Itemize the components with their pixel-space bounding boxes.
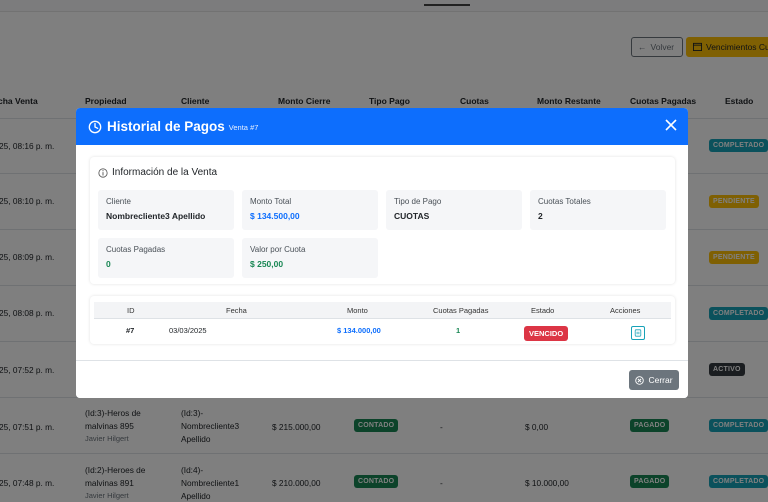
- payments-table-header: ID Fecha Monto Cuotas Pagadas Estado Acc…: [94, 302, 671, 319]
- modal-body: Información de la Venta Cliente Nombrecl…: [76, 145, 688, 360]
- modal-header: Historial de Pagos Venta #7: [76, 108, 688, 145]
- close-icon[interactable]: [664, 118, 678, 132]
- historial-pagos-modal: Historial de Pagos Venta #7 Información …: [76, 108, 688, 398]
- valor-cuota-tile: Valor por Cuota $ 250,00: [242, 238, 378, 278]
- close-circle-icon: [635, 375, 645, 385]
- receipt-icon: [634, 329, 642, 337]
- cerrar-button[interactable]: Cerrar: [629, 370, 679, 390]
- info-section-title: Información de la Venta: [98, 167, 217, 178]
- cuotas-totales-tile: Cuotas Totales 2: [530, 190, 666, 230]
- view-payment-button[interactable]: [631, 326, 645, 340]
- clock-icon: [88, 120, 102, 133]
- payments-table: ID Fecha Monto Cuotas Pagadas Estado Acc…: [90, 296, 675, 344]
- cliente-tile: Cliente Nombrecliente3 Apellido: [98, 190, 234, 230]
- modal-subtitle: Venta #7: [228, 123, 259, 132]
- cuotas-pagadas-tile: Cuotas Pagadas 0: [98, 238, 234, 278]
- status-badge: VENCIDO: [524, 326, 569, 341]
- sale-info-card: Información de la Venta Cliente Nombrecl…: [90, 157, 675, 284]
- modal-footer: Cerrar: [76, 360, 688, 398]
- tipo-pago-tile: Tipo de Pago CUOTAS: [386, 190, 522, 230]
- info-icon: [98, 167, 108, 178]
- monto-total-tile: Monto Total $ 134.500,00: [242, 190, 378, 230]
- modal-title: Historial de Pagos: [107, 119, 225, 134]
